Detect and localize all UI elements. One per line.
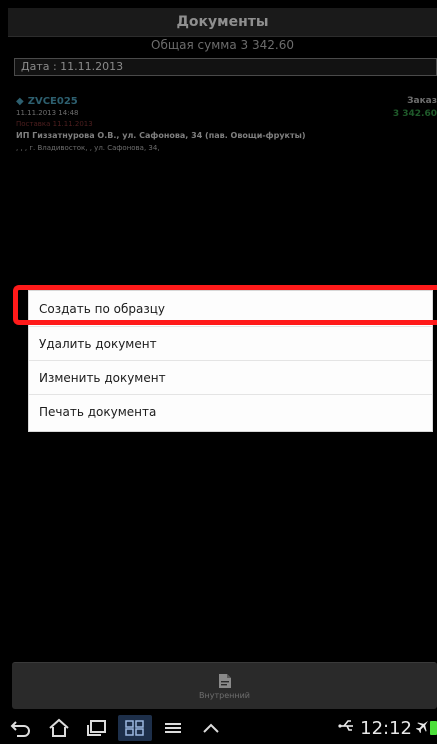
date-filter-field[interactable]: Дата : 11.11.2013 [14,58,437,76]
document-list-item[interactable]: ◆ ZVCE025 11.11.2013 14:48 Поставка 11.11… [16,94,437,172]
internal-button[interactable]: Внутренний [12,662,437,709]
recent-apps-icon[interactable] [80,715,114,741]
document-datetime: 11.11.2013 14:48 [16,109,79,117]
airplane-mode-icon [415,718,430,738]
usb-icon [338,718,356,738]
system-navigation-bar: 12:12 [0,712,437,744]
menu-item-delete-document[interactable]: Удалить документ [29,327,432,361]
title-bar: Документы [8,8,437,37]
document-amount: 3 342.60 [392,109,437,119]
internal-button-label: Внутренний [199,690,250,700]
battery-icon [430,721,437,735]
document-client: ИП Гиззатнурова О.В., ул. Сафонова, 34 (… [16,131,306,140]
menu-item-print-document[interactable]: Печать документа [29,395,432,429]
context-menu: Создать по образцу Удалить документ Изме… [28,290,433,432]
document-code-row: ◆ ZVCE025 [16,96,78,107]
status-area: 12:12 [338,712,437,744]
page-title: Документы [176,14,269,30]
back-icon[interactable] [4,715,38,741]
status-clock: 12:12 [360,717,412,739]
menu-item-create-from-template[interactable]: Создать по образцу [29,291,432,327]
chevron-up-icon[interactable] [194,715,228,741]
screenshot-icon[interactable] [118,715,152,741]
document-kind: Заказ [407,96,437,106]
document-address: , , , г. Владивосток, , ул. Сафонова, 34… [16,144,160,152]
menu-item-edit-document[interactable]: Изменить документ [29,361,432,395]
document-delivery-date: Поставка 11.11.2013 [16,120,93,128]
document-code: ZVCE025 [27,96,78,107]
home-icon[interactable] [42,715,76,741]
menu-icon[interactable] [156,715,190,741]
bullet-icon: ◆ [16,96,24,107]
total-sum: Общая сумма 3 342.60 [151,38,294,52]
document-icon [218,673,232,689]
